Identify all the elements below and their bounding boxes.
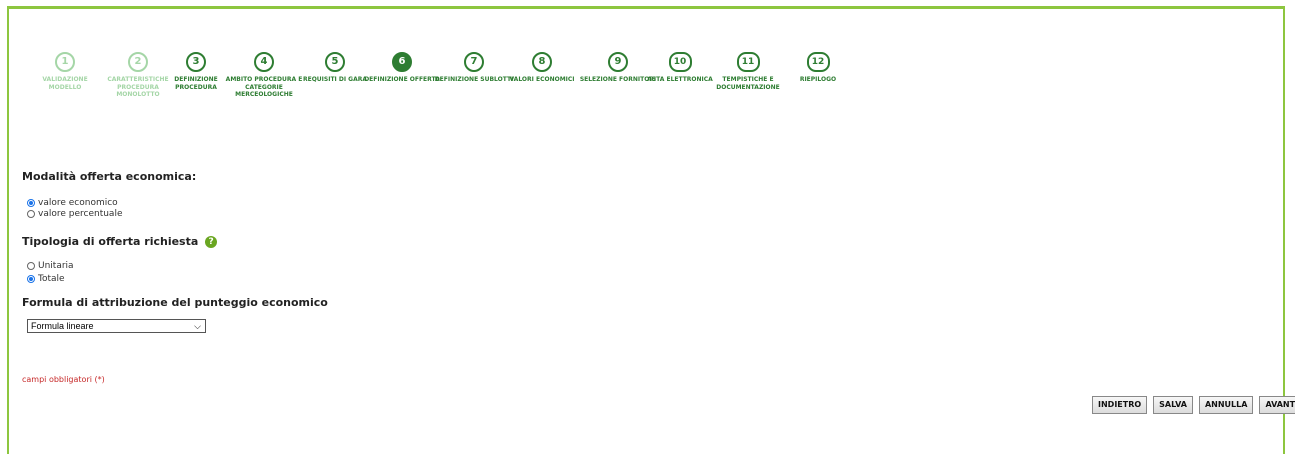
action-buttons: INDIETRO SALVA ANNULLA AVANTI [1092,396,1295,414]
radio-totale[interactable]: Totale [27,274,65,284]
step-number: 11 [736,52,760,72]
radio-unchecked[interactable] [27,262,35,270]
step-label: Valori economici [509,76,575,83]
step-6[interactable]: 6 Definizione offerta [362,52,442,84]
step-number: 12 [806,52,830,72]
step-number: 3 [186,52,206,72]
radio-label: Totale [38,274,65,284]
required-fields-note: campi obbligatori (*) [22,375,105,384]
step-label: Validazione modello [42,76,88,91]
step-label: Tempistiche e documentazione [716,76,780,91]
radio-label: valore economico [38,198,118,208]
radio-unitaria[interactable]: Unitaria [27,261,74,271]
modalita-offerta-title: Modalità offerta economica: [22,170,197,183]
next-button[interactable]: AVANTI [1259,396,1295,414]
cancel-button[interactable]: ANNULLA [1198,396,1254,414]
step-number: 1 [55,52,75,72]
step-1[interactable]: 1 Validazione modello [25,52,105,91]
radio-label: Unitaria [38,261,74,271]
step-number: 6 [392,52,412,72]
step-label: Riepilogo [799,76,837,83]
formula-select[interactable]: Formula lineare ⌵ [27,319,206,333]
step-11[interactable]: 11 Tempistiche e documentazione [708,52,788,91]
radio-unchecked[interactable] [27,210,35,218]
help-icon[interactable]: ? [205,236,218,248]
radio-label: valore percentuale [38,209,123,219]
back-button[interactable]: INDIETRO [1092,396,1148,414]
formula-selected-value: Formula lineare [31,321,94,331]
step-number: 8 [532,52,552,72]
step-label: Definizione offerta [364,76,440,83]
radio-valore-economico[interactable]: valore economico [27,198,118,208]
step-label: Ambito procedura e categorie merceologic… [225,76,303,98]
step-number: 9 [608,52,628,72]
step-12[interactable]: 12 Riepilogo [778,52,858,84]
chevron-down-icon: ⌵ [194,321,201,331]
step-8[interactable]: 8 Valori economici [502,52,582,84]
save-button[interactable]: SALVA [1153,396,1193,414]
step-number: 10 [668,52,692,72]
radio-checked[interactable] [27,275,35,283]
step-number: 5 [325,52,345,72]
wizard-steps: 1 Validazione modello 2 Caratteristiche … [0,52,1295,132]
step-4[interactable]: 4 Ambito procedura e categorie merceolog… [224,52,304,99]
tipologia-title-text: Tipologia di offerta richiesta [22,235,199,248]
radio-valore-percentuale[interactable]: valore percentuale [27,209,122,219]
tipologia-offerta-title: Tipologia di offerta richiesta ? [22,235,218,248]
step-number: 2 [128,52,148,72]
step-number: 4 [254,52,274,72]
formula-title: Formula di attribuzione del punteggio ec… [22,296,328,309]
radio-checked[interactable] [27,199,35,207]
step-number: 7 [464,52,484,72]
